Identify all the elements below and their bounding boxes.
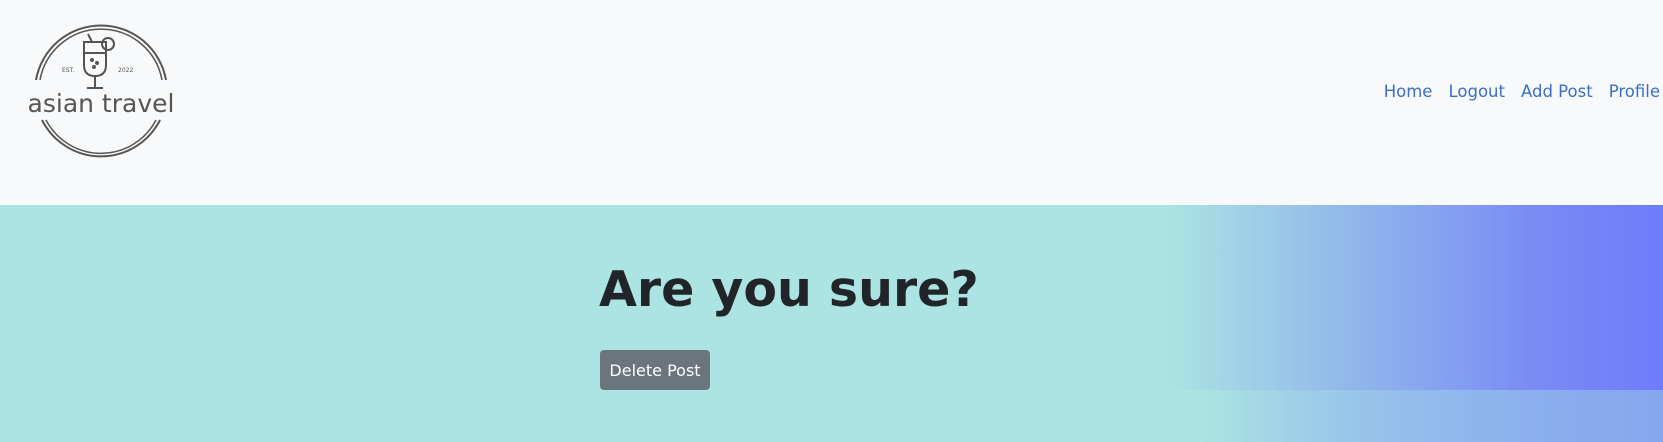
main-content-lower-band — [0, 390, 1663, 442]
logo-year: 2022 — [118, 67, 133, 74]
nav-link-profile[interactable]: Profile — [1601, 80, 1663, 104]
logo-est: EST. — [62, 67, 75, 74]
page-title: Are you sure? — [599, 261, 979, 318]
nav-link-home[interactable]: Home — [1376, 80, 1441, 104]
nav-link-logout[interactable]: Logout — [1440, 80, 1513, 104]
nav-menu: Home Logout Add Post Profile — [1376, 80, 1663, 104]
cocktail-icon — [83, 33, 115, 89]
nav-link-add-post[interactable]: Add Post — [1513, 80, 1601, 104]
site-logo[interactable]: EST. 2022 asian travel — [26, 20, 176, 165]
delete-post-button[interactable]: Delete Post — [600, 350, 710, 390]
logo-emblem: EST. 2022 asian travel — [28, 24, 175, 158]
logo-text: asian travel — [28, 89, 175, 118]
navbar: EST. 2022 asian travel Home Logout Add P… — [0, 0, 1663, 205]
